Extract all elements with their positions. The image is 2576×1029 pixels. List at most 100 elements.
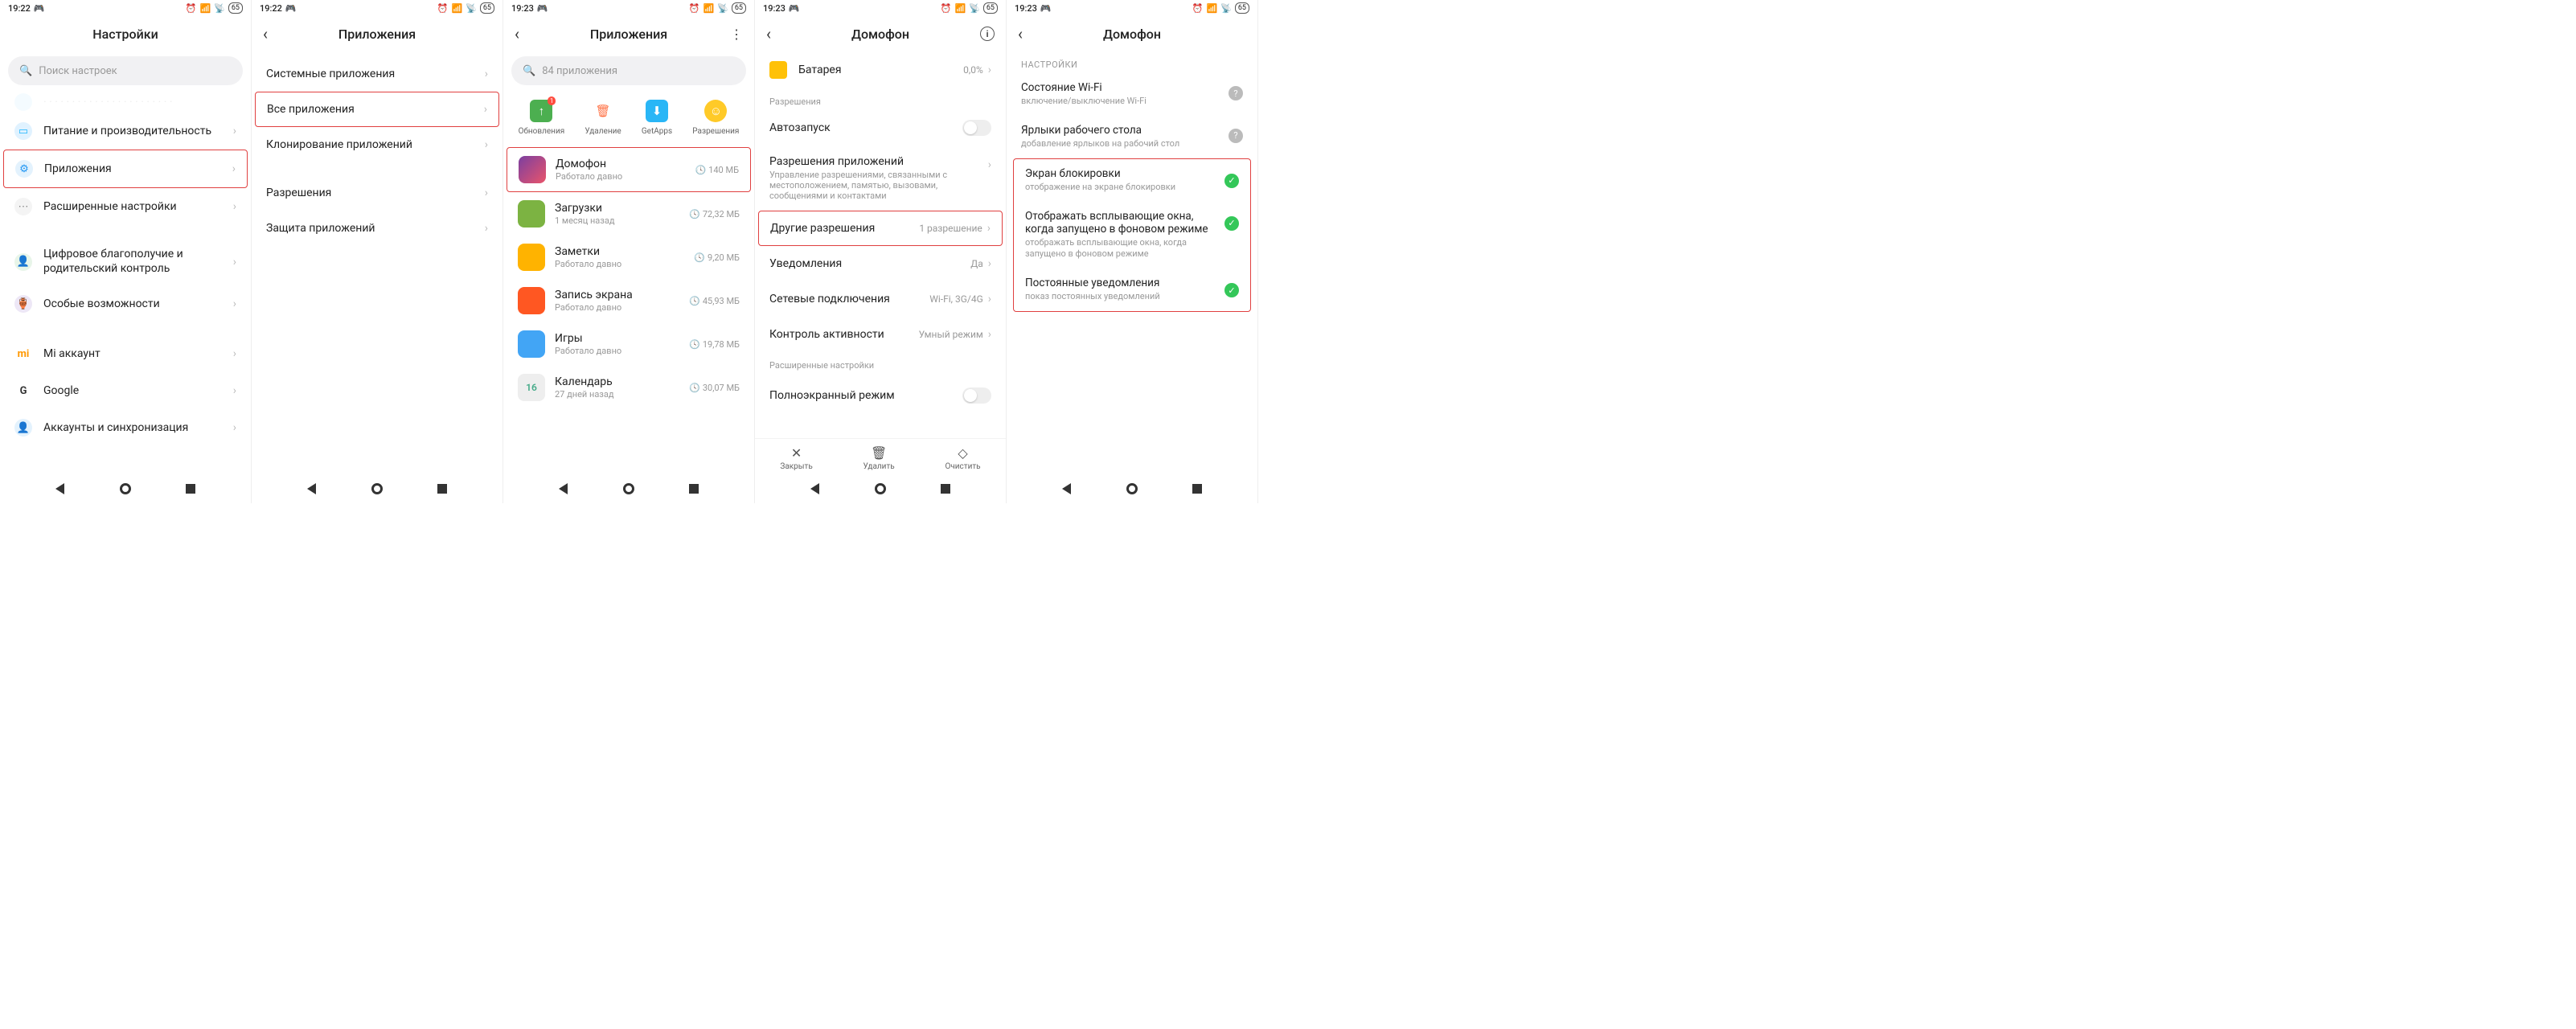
app-row-Календарь[interactable]: 16 Календарь 27 дней назад 🕓 30,07 МБ	[507, 366, 751, 409]
row-advanced[interactable]: ⋯ Расширенные настройки ›	[3, 188, 248, 225]
clock-icon: 🕓	[694, 252, 705, 263]
statusbar: 19:23 🎮 ⏰ 📶 📡 65	[1007, 0, 1257, 16]
row-fullscreen[interactable]: Полноэкранный режим	[758, 374, 1003, 409]
chevron-right-icon: ›	[233, 256, 236, 269]
back-button[interactable]: ‹	[263, 24, 268, 43]
row-value: 1 разрешение	[919, 223, 982, 234]
nav-back[interactable]	[55, 483, 64, 494]
app-size: 🕓 9,20 МБ	[694, 252, 740, 263]
back-button[interactable]: ‹	[1018, 24, 1023, 43]
action-delete[interactable]: 🗑Удалить	[863, 445, 895, 471]
row-activity-control[interactable]: Контроль активности Умный режим ›	[758, 317, 1003, 352]
chevron-right-icon: ›	[484, 103, 487, 116]
back-button[interactable]: ‹	[515, 24, 519, 43]
nav-back[interactable]	[307, 483, 316, 494]
app-row-Игры[interactable]: Игры Работало давно 🕓 19,78 МБ	[507, 322, 751, 366]
row-app-permissions[interactable]: Разрешения приложений Управление разреше…	[758, 146, 1003, 211]
action-uninstall[interactable]: 🗑 Удаление	[585, 100, 621, 136]
nav-recent[interactable]	[437, 484, 447, 494]
app-name: Игры	[555, 332, 679, 345]
action-getapps[interactable]: ⬇ GetApps	[642, 100, 672, 136]
game-icon: 🎮	[34, 3, 45, 14]
app-row-Запись экрана[interactable]: Запись экрана Работало давно 🕓 45,93 МБ	[507, 279, 751, 322]
clock-icon: 🕓	[689, 339, 700, 350]
row-clone-apps[interactable]: Клонирование приложений ›	[255, 127, 499, 162]
alarm-icon: ⏰	[186, 3, 197, 14]
row-notifications[interactable]: Уведомления Да ›	[758, 246, 1003, 281]
row-label: Разрешения	[266, 187, 485, 199]
nav-home[interactable]	[623, 483, 634, 494]
nav-recent[interactable]	[941, 484, 950, 494]
app-row-Домофон[interactable]: Домофон Работало давно 🕓 140 МБ	[507, 147, 751, 192]
perm-popup-background[interactable]: Отображать всплывающие окна, когда запущ…	[1014, 202, 1250, 269]
action-clear[interactable]: ◇Очистить	[945, 445, 980, 471]
app-row-Загрузки[interactable]: Загрузки 1 месяц назад 🕓 72,32 МБ	[507, 192, 751, 236]
row-wellbeing[interactable]: 👤 Цифровое благополучие и родительский к…	[3, 238, 248, 285]
nav-back[interactable]	[559, 483, 568, 494]
row-autostart[interactable]: Автозапуск	[758, 110, 1003, 146]
apps-icon: ⚙	[15, 160, 33, 178]
row-all-apps[interactable]: Все приложения ›	[255, 92, 499, 127]
nav-back[interactable]	[1062, 483, 1071, 494]
row-app-protection[interactable]: Защита приложений ›	[255, 211, 499, 246]
perm-title: Ярлыки рабочего стола	[1021, 124, 1220, 137]
nav-recent[interactable]	[186, 484, 195, 494]
action-updates[interactable]: ↑1 Обновления	[519, 100, 565, 136]
battery-badge: 65	[983, 2, 998, 14]
chevron-right-icon: ›	[233, 297, 236, 310]
perm-desktop-shortcuts[interactable]: Ярлыки рабочего стола добавление ярлыков…	[1010, 116, 1254, 158]
apps-menu-list: Системные приложения › Все приложения › …	[252, 51, 502, 474]
chevron-right-icon: ›	[988, 293, 991, 305]
row-power[interactable]: ▭ Питание и производительность ›	[3, 113, 248, 150]
back-button[interactable]: ‹	[766, 24, 771, 43]
signal-icon: 📶	[1206, 3, 1217, 14]
row-accounts-sync[interactable]: 👤 Аккаунты и синхронизация ›	[3, 409, 248, 446]
nav-back[interactable]	[810, 483, 819, 494]
info-button[interactable]: i	[980, 27, 995, 41]
search-input[interactable]: 🔍 Поиск настроек	[8, 56, 243, 85]
action-label: GetApps	[642, 127, 672, 136]
check-icon: ✓	[1224, 174, 1239, 188]
chevron-right-icon: ›	[233, 421, 236, 434]
toggle-fullscreen[interactable]	[962, 387, 991, 404]
search-placeholder: 84 приложения	[542, 65, 617, 77]
app-size: 🕓 140 МБ	[695, 165, 739, 175]
question-icon: ?	[1229, 129, 1243, 143]
highlighted-permissions: Экран блокировки отображение на экране б…	[1013, 158, 1251, 312]
row-label: Расширенные настройки	[43, 200, 233, 213]
row-network[interactable]: Сетевые подключения Wi-Fi, 3G/4G ›	[758, 281, 1003, 317]
perm-wifi-state[interactable]: Состояние Wi-Fi включение/выключение Wi-…	[1010, 73, 1254, 116]
row-system-apps[interactable]: Системные приложения ›	[255, 56, 499, 92]
row-battery-usage[interactable]: Батарея 0,0% ›	[758, 51, 1003, 88]
nav-home[interactable]	[875, 483, 886, 494]
chevron-right-icon: ›	[987, 222, 991, 235]
broom-icon: ◇	[958, 445, 967, 461]
row-security-partial[interactable]: · · · · · · · · · · · · · · · · · · · · …	[3, 92, 248, 113]
row-other-permissions[interactable]: Другие разрешения 1 разрешение ›	[758, 211, 1003, 246]
toggle-autostart[interactable]	[962, 120, 991, 136]
perm-persistent-notif[interactable]: Постоянные уведомления показ постоянных …	[1014, 269, 1250, 311]
row-label: Цифровое благополучие и родительский кон…	[43, 248, 233, 276]
nav-home[interactable]	[1126, 483, 1138, 494]
action-permissions[interactable]: ☺ Разрешения	[692, 100, 739, 136]
game-icon: 🎮	[537, 3, 548, 14]
more-button[interactable]: ⋮	[730, 27, 743, 42]
row-value: 0,0%	[963, 64, 983, 76]
screen-app-info: 19:23 🎮 ⏰ 📶 📡 65 ‹ Домофон i Батарея 0,0…	[755, 0, 1007, 503]
row-apps[interactable]: ⚙ Приложения ›	[3, 150, 248, 188]
row-mi-account[interactable]: mi Mi аккаунт ›	[3, 335, 248, 372]
perm-lockscreen[interactable]: Экран блокировки отображение на экране б…	[1014, 159, 1250, 202]
nav-home[interactable]	[371, 483, 383, 494]
perm-sub: включение/выключение Wi-Fi	[1021, 96, 1220, 108]
app-row-Заметки[interactable]: Заметки Работало давно 🕓 9,20 МБ	[507, 236, 751, 279]
nav-home[interactable]	[120, 483, 131, 494]
app-size: 🕓 30,07 МБ	[689, 383, 740, 393]
row-google[interactable]: G Google ›	[3, 372, 248, 409]
nav-recent[interactable]	[1192, 484, 1202, 494]
nav-recent[interactable]	[689, 484, 699, 494]
search-input[interactable]: 🔍 84 приложения	[511, 56, 746, 85]
row-accessibility[interactable]: 🏺 Особые возможности ›	[3, 285, 248, 322]
row-permissions[interactable]: Разрешения ›	[255, 175, 499, 211]
action-close[interactable]: ✕Закрыть	[780, 445, 812, 471]
status-time: 19:22	[8, 3, 31, 14]
